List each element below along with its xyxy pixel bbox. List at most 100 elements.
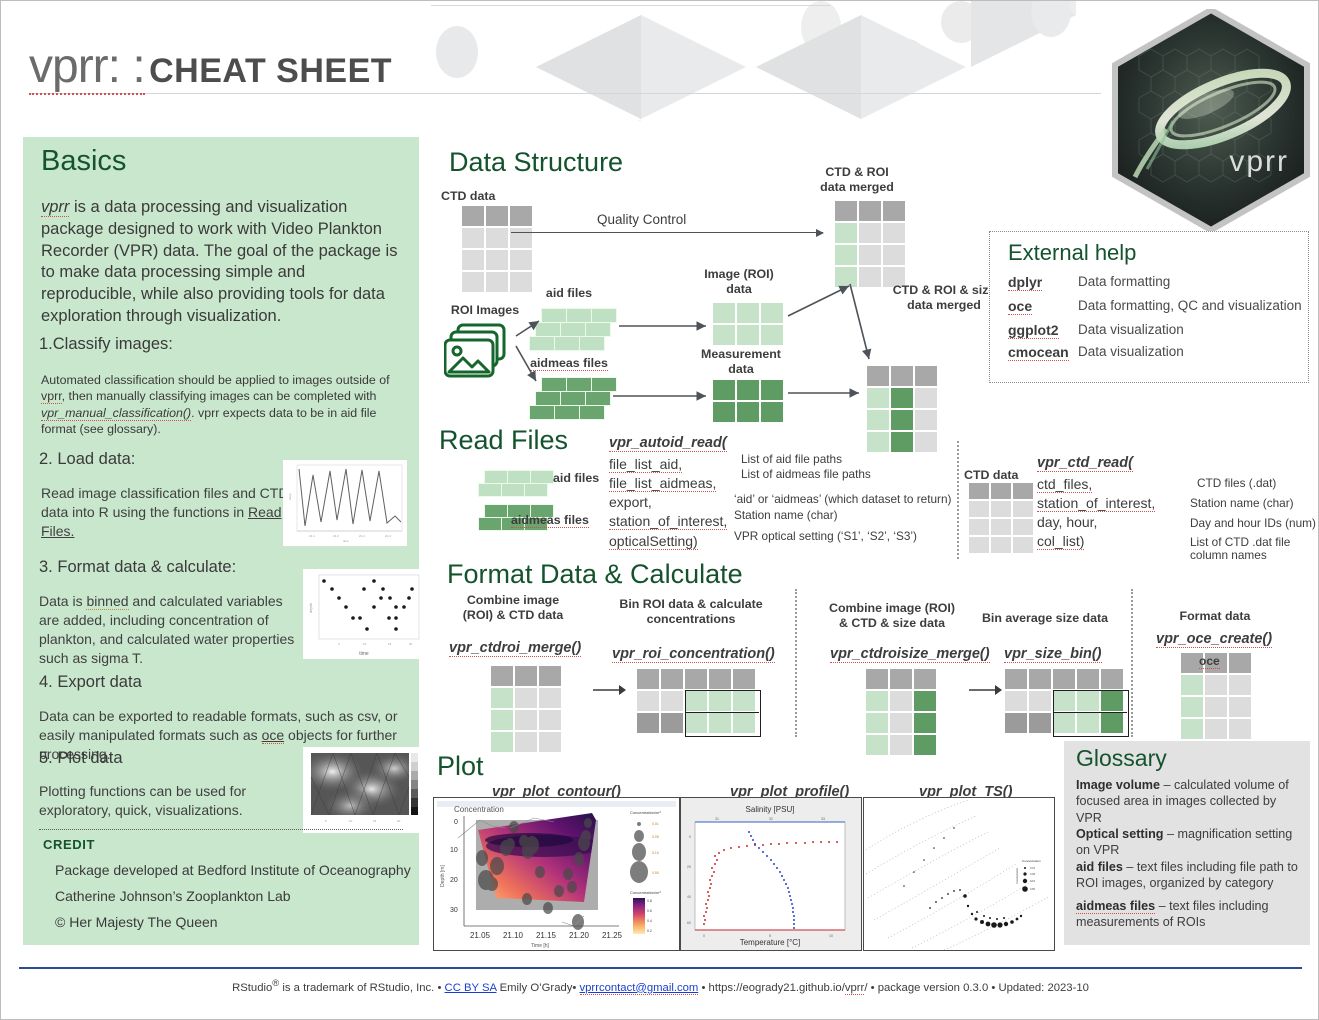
help-pkg-dplyr[interactable]: dplyr [1008,274,1043,291]
step-2-num: 2. [39,450,53,468]
step-4-label: Export data [57,673,142,691]
footer-author: Emily O’Grady• [496,981,580,994]
label-roi-images: ROI Images [450,303,520,317]
svg-text:Concentration: Concentration [1015,867,1019,884]
fn-vpr-oce-create: vpr_oce_create() [1156,631,1273,648]
svg-text:21.20: 21.20 [569,931,590,940]
step-3-text-a: Data is [39,593,87,609]
svg-text:Time [h]: Time [h] [531,943,549,949]
label-aidmeas-files-text: aidmeas files [530,356,608,371]
help-pkg-oce[interactable]: oce [1008,298,1033,315]
external-help-box: External help dplyr Data formatting oce … [989,231,1309,383]
arg-file-list-aidmeas: file_list_aidmeas, [609,475,717,492]
hexagon-icon [1112,9,1310,231]
label-ctd-roi-merged-text: CTD & ROI data merged [820,165,894,194]
desc-col-list-2: column names [1190,548,1267,562]
arg-file-list-aid-text: file_list_aid, [609,456,683,473]
desc-col-list-1: List of CTD .dat file [1190,535,1291,549]
svg-text:10: 10 [349,819,353,823]
step-5-label: Plot data [57,749,123,767]
label-ctd-roi-size-merged-text: CTD & ROI & size data merged [892,283,996,312]
basics-step-1-title: 1.Classify images: [39,335,173,354]
svg-text:0.05: 0.05 [1030,872,1036,876]
help-desc-oce: Data formatting, QC and visualization [1078,298,1302,313]
label-ctdroisize-merge: Combine image (ROI) & CTD & size data [813,601,971,631]
glossary-entry-1: Image volume – calculated volume of focu… [1076,777,1300,826]
glossary-term-2: Optical setting [1076,827,1164,842]
help-pkg-ggplot2[interactable]: ggplot2 [1008,322,1059,339]
svg-text:31: 31 [715,817,719,821]
footer-email-link[interactable]: vprrcontact@gmail.com [579,981,699,995]
basics-step-2-title: 2. Load data: [39,450,135,469]
svg-text:0.4: 0.4 [647,919,652,923]
label-readfiles-aid: aid files [553,471,600,485]
step-3-word: binned [86,593,129,610]
svg-text:21.10: 21.10 [503,931,524,940]
svg-text:21.4: 21.4 [385,534,391,538]
svg-text:Salinity [PSU]: Salinity [PSU] [746,805,795,814]
grid-readfiles-ctd [969,483,1033,553]
help-desc-cmocean: Data visualization [1078,344,1184,359]
logo-label: vprr [1229,145,1289,178]
label-ctd-data: CTD data [441,189,496,203]
svg-text:Concentration: Concentration [1022,859,1041,863]
grid-measurement-data [713,380,783,422]
arg-station-of-interest-text: station_of_interest, [609,513,728,530]
footer: RStudio® is a trademark of RStudio, Inc.… [1,977,1318,995]
glossary-entry-3: aid files – text files including file pa… [1076,859,1300,892]
arg-station-of-interest: station_of_interest, [609,513,728,530]
credit-line-1: Package developed at Bedford Institute o… [55,862,411,878]
glossary-entry-2: Optical setting – magnification setting … [1076,826,1300,859]
arg-file-list-aid: file_list_aid, [609,456,683,473]
footer-license-link[interactable]: CC BY SA [445,982,497,994]
help-pkg-cmocean[interactable]: cmocean [1008,344,1069,361]
glossary-entries: Image volume – calculated volume of focu… [1076,777,1300,930]
svg-text:time: time [343,539,349,543]
fn-vpr-ctdroisize-merge: vpr_ctdroisize_merge() [830,646,990,663]
label-ctdroisize-merge-text: Combine image (ROI) & CTD & size data [829,601,955,630]
grid-image-roi-data [713,303,783,345]
svg-text:0.2: 0.2 [647,929,652,933]
label-measurement-data-text: Measurement data [701,347,781,376]
fn-vpr-ctdroi-merge: vpr_ctdroi_merge() [449,640,582,657]
glossary-panel: Glossary Image volume – calculated volum… [1064,741,1310,945]
highlight-sizebin-divider [1053,712,1127,713]
svg-text:20: 20 [409,642,413,646]
label-size-bin: Bin average size data [981,611,1109,625]
label-aidmeas-files: aidmeas files [521,356,617,371]
credit-heading: CREDIT [43,837,95,852]
arg-opticalsetting: opticalSetting) [609,533,698,550]
contour-chart-svg: 5 10 15 20 [303,747,427,833]
label-ctdroi-merge-text: Combine image (ROI) & CTD data [462,593,564,622]
svg-text:Depth [m]: Depth [m] [440,865,446,887]
glossary-heading: Glossary [1076,745,1167,771]
step-1-label: Classify images: [52,335,173,353]
footer-site-post: / • package version 0.3.0 • Updated: 202… [864,981,1089,994]
svg-text:0.6: 0.6 [647,909,652,913]
basics-step-5-body: Plotting functions can be used for explo… [39,783,247,819]
svg-text:0: 0 [454,819,458,826]
svg-text:20: 20 [450,877,458,884]
desc-station: Station name (char) [734,508,838,522]
desc-ctd-station: Station name (char) [1190,496,1294,510]
svg-text:0.10: 0.10 [1030,879,1036,883]
credit-line-3: © Her Majesty The Queen [55,914,218,930]
svg-text:21.2: 21.2 [333,534,339,538]
arg-file-list-aidmeas-text: file_list_aidmeas, [609,475,717,492]
grid-ctdroisize-merge [866,669,936,755]
fn-vpr-autoid-read: vpr_autoid_read( [609,435,727,452]
svg-text:0.50: 0.50 [652,871,659,875]
plot-profile: Salinity [PSU] Temperature [°C] 31 32 33 0… [680,797,862,951]
plot-contour: Concentration 0 10 20 30 21.05 21.10 21.… [433,797,680,951]
svg-text:time: time [359,651,369,657]
divider-readfiles [957,441,959,559]
fn-vpr-roi-concentration: vpr_roi_concentration() [612,646,775,663]
footer-site-pre: • https://eogrady21.github.io/ [698,981,845,994]
svg-text:temp: temp [288,493,292,500]
desc-ctd-files: CTD files (.dat) [1197,476,1276,490]
fn-vpr-ctd-read: vpr_ctd_read( [1037,455,1133,472]
glossary-term-1: Image volume [1076,778,1160,792]
arg-col-list: col_list) [1037,533,1085,550]
glossary-entry-4: aidmeas files – text files including mea… [1076,898,1300,931]
footer-site-pkg: vprr [844,981,865,995]
